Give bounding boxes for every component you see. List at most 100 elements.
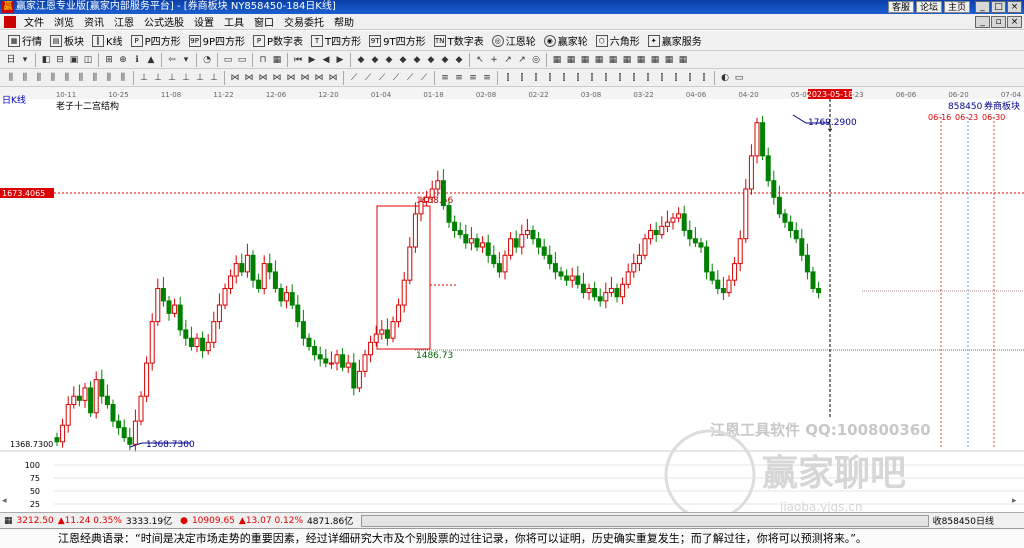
draw-tool-48-icon[interactable]: ▦ <box>607 54 619 66</box>
line-tool-46-icon[interactable]: ⫿ <box>614 72 626 84</box>
tool-t-square[interactable]: T T四方形 <box>307 33 365 48</box>
line-tool-30-icon[interactable]: ⟋ <box>404 72 416 84</box>
tool-gann-wheel[interactable]: ◎ 江恩轮 <box>488 33 540 48</box>
line-tool-52-icon[interactable]: ⫿ <box>698 72 710 84</box>
line-tool-10-icon[interactable]: ⊥ <box>138 72 150 84</box>
link-home[interactable]: 主页 <box>943 1 970 13</box>
draw-tool-21-icon[interactable]: ⊓ <box>257 54 269 66</box>
line-tool-31-icon[interactable]: ⟋ <box>418 72 430 84</box>
line-tool-18-icon[interactable]: ⋈ <box>243 72 255 84</box>
menu-window[interactable]: 窗口 <box>249 14 279 29</box>
tool-p-square[interactable]: P P四方形 <box>127 33 185 48</box>
line-tool-3-icon[interactable]: ⫼ <box>47 72 59 84</box>
draw-tool-38-icon[interactable]: ↖ <box>474 54 486 66</box>
menu-help[interactable]: 帮助 <box>329 14 359 29</box>
draw-tool-42-icon[interactable]: ◎ <box>530 54 542 66</box>
line-tool-28-icon[interactable]: ⟋ <box>376 72 388 84</box>
draw-tool-45-icon[interactable]: ▦ <box>565 54 577 66</box>
tool-quotes[interactable]: ▦ 行情 <box>4 33 46 48</box>
tool-winner-wheel[interactable]: ◉ 赢家轮 <box>540 33 592 48</box>
tool-p-table[interactable]: P P数字表 <box>249 33 307 48</box>
tool-kline[interactable]: ┃ K线 <box>88 33 127 48</box>
index-sh[interactable]: ▦ 3212.50 ▲11.24 0.35% 3333.19亿 <box>0 514 176 528</box>
mdi-minimize-icon[interactable]: _ <box>975 16 990 28</box>
line-tool-42-icon[interactable]: ⫿ <box>558 72 570 84</box>
menu-trade[interactable]: 交易委托 <box>279 14 329 29</box>
draw-tool-27-icon[interactable]: ▶ <box>334 54 346 66</box>
draw-tool-47-icon[interactable]: ▦ <box>593 54 605 66</box>
line-tool-49-icon[interactable]: ⫿ <box>656 72 668 84</box>
line-tool-45-icon[interactable]: ⫿ <box>600 72 612 84</box>
draw-tool-13-icon[interactable]: ⇦ <box>166 54 178 66</box>
draw-tool-26-icon[interactable]: ◀ <box>320 54 332 66</box>
chart-canvas[interactable]: 10-11 10-25 11-08 11-22 12-06 12-20 01-04 01-18… <box>0 87 1024 512</box>
draw-tool-22-icon[interactable]: ▦ <box>271 54 283 66</box>
tool-9t-square[interactable]: 9T 9T四方形 <box>365 33 429 48</box>
line-tool-55-icon[interactable]: ▭ <box>733 72 745 84</box>
draw-tool-34-icon[interactable]: ◆ <box>425 54 437 66</box>
line-tool-11-icon[interactable]: ⊥ <box>152 72 164 84</box>
draw-tool-0-icon[interactable]: 日 <box>5 54 17 66</box>
line-tool-33-icon[interactable]: ≡ <box>439 72 451 84</box>
draw-tool-30-icon[interactable]: ◆ <box>369 54 381 66</box>
maximize-icon[interactable]: □ <box>991 1 1006 13</box>
line-tool-51-icon[interactable]: ⫿ <box>684 72 696 84</box>
line-tool-5-icon[interactable]: ⫼ <box>75 72 87 84</box>
draw-tool-19-icon[interactable]: ▭ <box>236 54 248 66</box>
line-tool-34-icon[interactable]: ≡ <box>453 72 465 84</box>
menu-browse[interactable]: 浏览 <box>49 14 79 29</box>
menu-tools[interactable]: 工具 <box>219 14 249 29</box>
line-tool-0-icon[interactable]: ⫼ <box>5 72 17 84</box>
draw-tool-11-icon[interactable]: ▲ <box>145 54 157 66</box>
mdi-close-icon[interactable]: × <box>1007 16 1022 28</box>
line-tool-48-icon[interactable]: ⫿ <box>642 72 654 84</box>
line-tool-6-icon[interactable]: ⫼ <box>89 72 101 84</box>
horizontal-scrollbar[interactable] <box>361 514 929 527</box>
line-tool-4-icon[interactable]: ⫼ <box>61 72 73 84</box>
line-tool-50-icon[interactable]: ⫿ <box>670 72 682 84</box>
draw-tool-6-icon[interactable]: ◫ <box>82 54 94 66</box>
draw-tool-41-icon[interactable]: ↗ <box>516 54 528 66</box>
draw-tool-35-icon[interactable]: ◆ <box>439 54 451 66</box>
line-tool-2-icon[interactable]: ⫼ <box>33 72 45 84</box>
menu-formula[interactable]: 公式选股 <box>139 14 189 29</box>
draw-tool-49-icon[interactable]: ▦ <box>621 54 633 66</box>
line-tool-29-icon[interactable]: ⟋ <box>390 72 402 84</box>
tool-hexagon[interactable]: ⬡ 六角形 <box>592 33 644 48</box>
draw-tool-32-icon[interactable]: ◆ <box>397 54 409 66</box>
draw-tool-29-icon[interactable]: ◆ <box>355 54 367 66</box>
line-tool-27-icon[interactable]: ⟋ <box>362 72 374 84</box>
draw-tool-5-icon[interactable]: ▣ <box>68 54 80 66</box>
minimize-icon[interactable]: _ <box>975 1 990 13</box>
line-tool-17-icon[interactable]: ⋈ <box>229 72 241 84</box>
draw-tool-1-icon[interactable]: ▾ <box>19 54 31 66</box>
tool-service[interactable]: ✦ 赢家服务 <box>644 33 706 48</box>
line-tool-40-icon[interactable]: ⫿ <box>530 72 542 84</box>
line-tool-44-icon[interactable]: ⫿ <box>586 72 598 84</box>
draw-tool-50-icon[interactable]: ▦ <box>635 54 647 66</box>
draw-tool-46-icon[interactable]: ▦ <box>579 54 591 66</box>
line-tool-15-icon[interactable]: ⊥ <box>208 72 220 84</box>
link-support[interactable]: 客服 <box>887 1 914 13</box>
menu-news[interactable]: 资讯 <box>79 14 109 29</box>
link-forum[interactable]: 论坛 <box>915 1 942 13</box>
line-tool-14-icon[interactable]: ⊥ <box>194 72 206 84</box>
line-tool-26-icon[interactable]: ⟋ <box>348 72 360 84</box>
line-tool-24-icon[interactable]: ⋈ <box>327 72 339 84</box>
line-tool-39-icon[interactable]: ⫿ <box>516 72 528 84</box>
line-tool-8-icon[interactable]: ⫼ <box>117 72 129 84</box>
draw-tool-53-icon[interactable]: ▦ <box>677 54 689 66</box>
menu-settings[interactable]: 设置 <box>189 14 219 29</box>
draw-tool-52-icon[interactable]: ▦ <box>663 54 675 66</box>
kline-chart[interactable]: 10-11 10-25 11-08 11-22 12-06 12-20 01-04 01-18… <box>0 87 1024 512</box>
line-tool-19-icon[interactable]: ⋈ <box>257 72 269 84</box>
index-sz[interactable]: ● 10909.65 ▲13.07 0.12% 4871.86亿 <box>176 514 357 528</box>
line-tool-22-icon[interactable]: ⋈ <box>299 72 311 84</box>
draw-tool-44-icon[interactable]: ▦ <box>551 54 563 66</box>
app-menu-icon[interactable] <box>4 15 16 28</box>
line-tool-47-icon[interactable]: ⫿ <box>628 72 640 84</box>
draw-tool-8-icon[interactable]: ⊞ <box>103 54 115 66</box>
draw-tool-10-icon[interactable]: ℹ <box>131 54 143 66</box>
close-icon[interactable]: × <box>1007 1 1022 13</box>
line-tool-13-icon[interactable]: ⊥ <box>180 72 192 84</box>
